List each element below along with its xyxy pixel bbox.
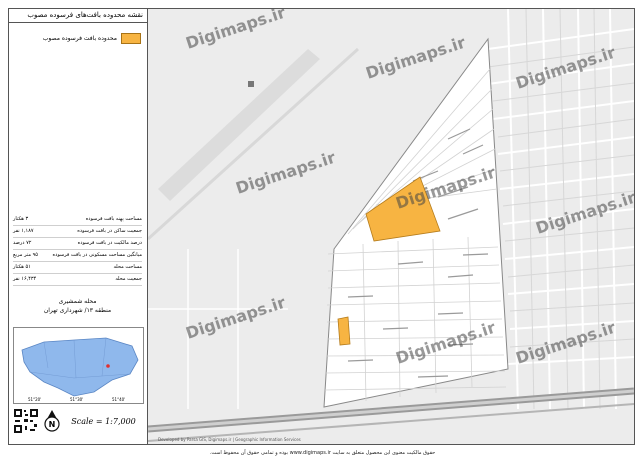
map-sheet: نقشه محدوده بافت‌های فرسوده مصوب محدوده … xyxy=(8,8,635,445)
district-name: منطقه ۱۳/ شهرداری تهران xyxy=(43,307,112,314)
stat-row: میانگین مساحت مسکونی در بافت فرسوده ۹۵ م… xyxy=(13,250,142,262)
stat-row: مساحت پهنه بافت فرسوده ۳ هکتار xyxy=(13,214,142,226)
stat-row: درصد مالکیت در بافت فرسوده ۷۲ درصد xyxy=(13,238,142,250)
footer-copyright: حقوق مالکیت معنوی این محصول متعلق به سای… xyxy=(209,450,436,456)
main-map[interactable]: Digimaps.ir Digimaps.ir Digimaps.ir Digi… xyxy=(148,9,634,444)
brand-credit: Developed by Parsa GIS, Digimaps.ir | Ge… xyxy=(158,437,301,442)
map-canvas[interactable]: Digimaps.ir Digimaps.ir Digimaps.ir Digi… xyxy=(148,9,634,444)
svg-text:N: N xyxy=(49,420,56,429)
landmark-marker xyxy=(248,81,254,87)
locator-inset: 51°20' 51°30' 51°40' xyxy=(13,327,144,404)
scale-label: Scale = 1:7,000 xyxy=(71,416,136,426)
tehran-locator-map xyxy=(21,337,139,397)
legend: محدوده بافت فرسوده مصوب xyxy=(43,33,141,44)
region-labels: محله شمشیری منطقه ۱۳/ شهرداری تهران xyxy=(13,297,142,315)
map-title: نقشه محدوده بافت‌های فرسوده مصوب xyxy=(9,9,147,23)
stat-row: جمعیت محله ۱۶,۴۳۴ نفر xyxy=(13,274,142,286)
legend-label: محدوده بافت فرسوده مصوب xyxy=(42,35,117,42)
blight-zone-area[interactable] xyxy=(337,316,351,346)
legend-swatch xyxy=(121,33,141,44)
stats-table: مساحت پهنه بافت فرسوده ۳ هکتار جمعیت ساک… xyxy=(13,214,142,286)
info-panel: نقشه محدوده بافت‌های فرسوده مصوب محدوده … xyxy=(9,9,148,444)
map-tools: N Scale = 1:7,000 xyxy=(13,407,142,435)
neighborhood-name: محله شمشیری xyxy=(58,298,97,305)
location-marker xyxy=(106,364,110,368)
qr-code-icon xyxy=(13,408,39,434)
stat-row: جمعیت ساکن در بافت فرسوده ۱,۱۸۷ نفر xyxy=(13,226,142,238)
north-arrow-icon: N xyxy=(44,410,60,432)
stat-row: مساحت محله ۵۱ هکتار xyxy=(13,262,142,274)
